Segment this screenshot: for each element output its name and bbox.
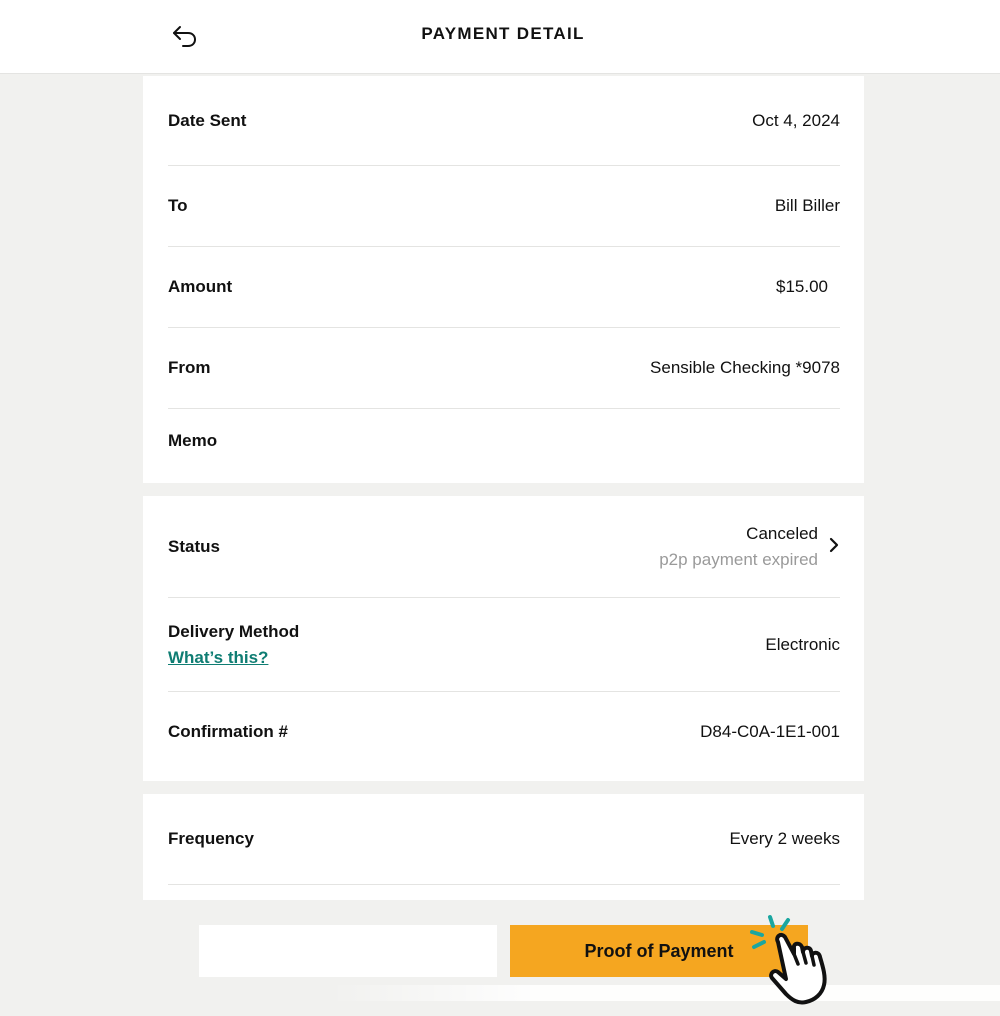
to-label: To — [168, 196, 188, 215]
frequency-value: Every 2 weeks — [729, 829, 840, 848]
to-row: To Bill Biller — [168, 166, 840, 247]
page-title: PAYMENT DETAIL — [421, 24, 585, 43]
status-value: Canceled — [746, 523, 818, 543]
amount-label: Amount — [168, 277, 233, 296]
to-value: Bill Biller — [774, 196, 840, 215]
delivery-label-group: Delivery Method What’s this? — [168, 622, 299, 668]
memo-label: Memo — [168, 431, 218, 450]
secondary-button[interactable] — [199, 925, 497, 977]
date-sent-label: Date Sent — [168, 110, 247, 130]
bottom-fade — [330, 985, 1000, 1001]
delivery-method-value: Electronic — [765, 634, 840, 654]
status-text-block: Canceled p2p payment expired — [659, 524, 818, 570]
frequency-label: Frequency — [168, 829, 254, 848]
status-value-group: Canceled p2p payment expired — [659, 524, 840, 570]
status-subtext: p2p payment expired — [659, 549, 818, 569]
header-bar: PAYMENT DETAIL — [0, 0, 1000, 74]
delivery-method-row: Delivery Method What’s this? Electronic — [168, 598, 840, 692]
date-sent-value: Oct 4, 2024 — [752, 110, 840, 130]
pointing-hand-cursor-icon — [750, 915, 827, 1005]
confirmation-value: D84-C0A-1E1-001 — [700, 722, 840, 741]
date-sent-row: Date Sent Oct 4, 2024 — [168, 76, 840, 166]
payment-details-card: Date Sent Oct 4, 2024 To Bill Biller Amo… — [143, 76, 864, 483]
schedule-card: Frequency Every 2 weeks — [143, 794, 864, 900]
status-label: Status — [168, 536, 220, 556]
memo-row: Memo — [168, 409, 840, 473]
delivery-method-label: Delivery Method — [168, 621, 300, 641]
confirmation-row: Confirmation # D84-C0A-1E1-001 — [168, 692, 840, 772]
from-row: From Sensible Checking *9078 — [168, 328, 840, 409]
from-value: Sensible Checking *9078 — [650, 358, 840, 377]
amount-row: Amount $15.00 — [168, 247, 840, 328]
whats-this-link[interactable]: What’s this? — [168, 648, 299, 668]
status-row[interactable]: Status Canceled p2p payment expired — [168, 496, 840, 598]
confirmation-label: Confirmation # — [168, 722, 288, 741]
frequency-row: Frequency Every 2 weeks — [168, 794, 840, 885]
chevron-right-icon[interactable] — [828, 537, 840, 553]
from-label: From — [168, 358, 211, 377]
amount-value: $15.00 — [776, 277, 828, 296]
status-card: Status Canceled p2p payment expired Deli… — [143, 496, 864, 781]
